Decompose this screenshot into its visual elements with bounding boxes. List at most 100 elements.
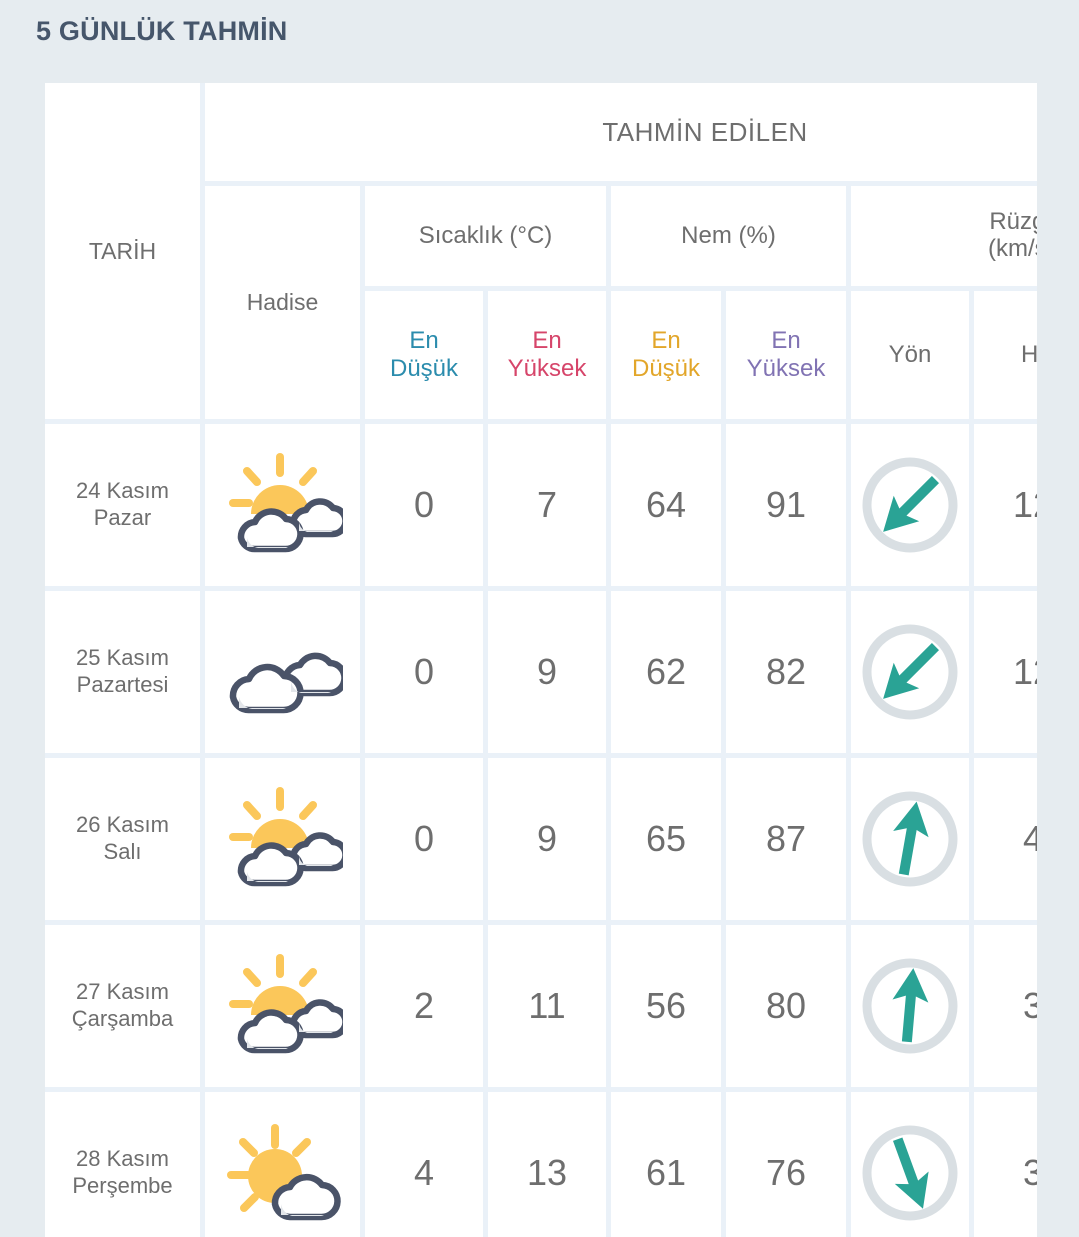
date-weekday: Salı <box>103 839 142 864</box>
date-weekday: Pazartesi <box>76 672 169 697</box>
cell-hum-high: 87 <box>726 758 846 920</box>
cell-wind-speed: 3 <box>974 925 1037 1087</box>
cell-weather-icon <box>205 758 360 920</box>
compass-wrap <box>851 954 969 1058</box>
forecast-table-body: 24 Kasım Pazar 0 7 64 91 1 25 Kasım Paza… <box>45 424 1037 1237</box>
cell-weather-icon <box>205 1092 360 1237</box>
table-row[interactable]: 28 Kasım Perşembe 4 13 61 76 3 <box>45 1092 1037 1237</box>
forecast-table-viewport: TARİH TAHMİN EDİLEN Hadise Sıcaklık (°C)… <box>45 83 1037 1237</box>
cell-temp-low: 0 <box>365 758 483 920</box>
cell-temp-high: 7 <box>488 424 606 586</box>
header-wind-group: Rüzgar (km/sa) <box>851 186 1037 286</box>
header-hum-high: En Yüksek <box>726 291 846 419</box>
weather-icon-wrap <box>205 953 360 1059</box>
cell-hum-high: 80 <box>726 925 846 1087</box>
compass-wrap <box>851 453 969 557</box>
cell-temp-low: 0 <box>365 424 483 586</box>
header-hum-high-line1: En <box>771 327 801 355</box>
header-temp-low: En Düşük <box>365 291 483 419</box>
cell-hum-low: 61 <box>611 1092 721 1237</box>
header-hadise: Hadise <box>205 186 360 419</box>
arrow-up-icon <box>862 791 958 887</box>
sun-behind-clouds-icon <box>228 453 343 553</box>
arrow-down-right-icon <box>862 1125 958 1221</box>
cell-wind-speed: 4 <box>974 758 1037 920</box>
sun-behind-cloud-icon <box>226 1124 341 1221</box>
header-temp-high-line1: En <box>532 327 562 355</box>
cell-temp-high: 9 <box>488 758 606 920</box>
cell-hum-high: 82 <box>726 591 846 753</box>
header-hum-low: En Düşük <box>611 291 721 419</box>
compass-wrap <box>851 1121 969 1225</box>
header-temp-low-line2: Düşük <box>389 355 459 382</box>
weather-icon-wrap <box>205 619 360 725</box>
cell-temp-low: 4 <box>365 1092 483 1237</box>
date-weekday: Çarşamba <box>71 1006 174 1031</box>
table-row[interactable]: 27 Kasım Çarşamba 2 11 56 80 3 <box>45 925 1037 1087</box>
header-temp-high-line2: Yüksek <box>507 355 587 382</box>
cell-wind-direction <box>851 1092 969 1237</box>
header-wind-line1: Rüzgar <box>989 208 1037 236</box>
cell-hum-high: 76 <box>726 1092 846 1237</box>
cell-weather-icon <box>205 591 360 753</box>
cell-wind-speed: 3 <box>974 1092 1037 1237</box>
header-date: TARİH <box>45 83 200 419</box>
header-temp-low-line1: En <box>409 327 439 355</box>
date-day: 24 Kasım <box>76 478 169 504</box>
page-title: 5 GÜNLÜK TAHMİN <box>36 16 288 46</box>
cloudy-icon <box>229 652 343 714</box>
cell-date: 25 Kasım Pazartesi <box>45 591 200 753</box>
header-temperature-group: Sıcaklık (°C) <box>365 186 606 286</box>
header-wind-direction: Yön <box>851 291 969 419</box>
table-row[interactable]: 25 Kasım Pazartesi 0 9 62 82 12 <box>45 591 1037 753</box>
compass-wrap <box>851 620 969 724</box>
header-wind-line2: (km/sa) <box>988 235 1037 262</box>
header-hum-low-line1: En <box>651 327 681 355</box>
compass-wrap <box>851 787 969 891</box>
cell-hum-low: 64 <box>611 424 721 586</box>
cell-wind-direction <box>851 758 969 920</box>
table-row[interactable]: 26 Kasım Salı 0 9 65 87 4 <box>45 758 1037 920</box>
cell-weather-icon <box>205 424 360 586</box>
table-row[interactable]: 24 Kasım Pazar 0 7 64 91 1 <box>45 424 1037 586</box>
weather-icon-wrap <box>205 452 360 558</box>
sun-behind-clouds-icon <box>228 787 343 887</box>
cell-hum-low: 65 <box>611 758 721 920</box>
header-wind-speed: Hı <box>974 291 1037 419</box>
cell-temp-high: 11 <box>488 925 606 1087</box>
date-weekday: Perşembe <box>72 1173 173 1198</box>
header-forecast-group: TAHMİN EDİLEN <box>205 83 1037 181</box>
date-day: 25 Kasım <box>76 645 169 671</box>
cell-date: 28 Kasım Perşembe <box>45 1092 200 1237</box>
header-hum-low-line2: Düşük <box>631 355 701 382</box>
cell-weather-icon <box>205 925 360 1087</box>
cell-wind-direction <box>851 591 969 753</box>
header-temp-high: En Yüksek <box>488 291 606 419</box>
arrow-down-left-icon <box>862 624 958 720</box>
table-header-row-1: TARİH TAHMİN EDİLEN <box>45 83 1037 419</box>
cell-wind-direction <box>851 424 969 586</box>
date-weekday: Pazar <box>93 505 152 530</box>
cell-hum-low: 56 <box>611 925 721 1087</box>
cell-wind-speed: 12 <box>974 591 1037 753</box>
date-day: 27 Kasım <box>76 979 169 1005</box>
arrow-down-left-icon <box>862 457 958 553</box>
cell-wind-direction <box>851 925 969 1087</box>
cell-temp-low: 2 <box>365 925 483 1087</box>
cell-temp-high: 13 <box>488 1092 606 1237</box>
weather-icon-wrap <box>205 786 360 892</box>
cell-date: 26 Kasım Salı <box>45 758 200 920</box>
forecast-table: TARİH TAHMİN EDİLEN Hadise Sıcaklık (°C)… <box>45 83 1037 1237</box>
cell-date: 27 Kasım Çarşamba <box>45 925 200 1087</box>
cell-date: 24 Kasım Pazar <box>45 424 200 586</box>
date-day: 28 Kasım <box>76 1146 169 1172</box>
header-humidity-group: Nem (%) <box>611 186 846 286</box>
date-day: 26 Kasım <box>76 812 169 838</box>
cell-temp-low: 0 <box>365 591 483 753</box>
weather-icon-wrap <box>205 1120 360 1226</box>
cell-wind-speed: 12 <box>974 424 1037 586</box>
header-hum-high-line2: Yüksek <box>746 355 826 382</box>
sun-behind-clouds-icon <box>228 954 343 1054</box>
arrow-up-icon <box>862 958 958 1054</box>
cell-temp-high: 9 <box>488 591 606 753</box>
